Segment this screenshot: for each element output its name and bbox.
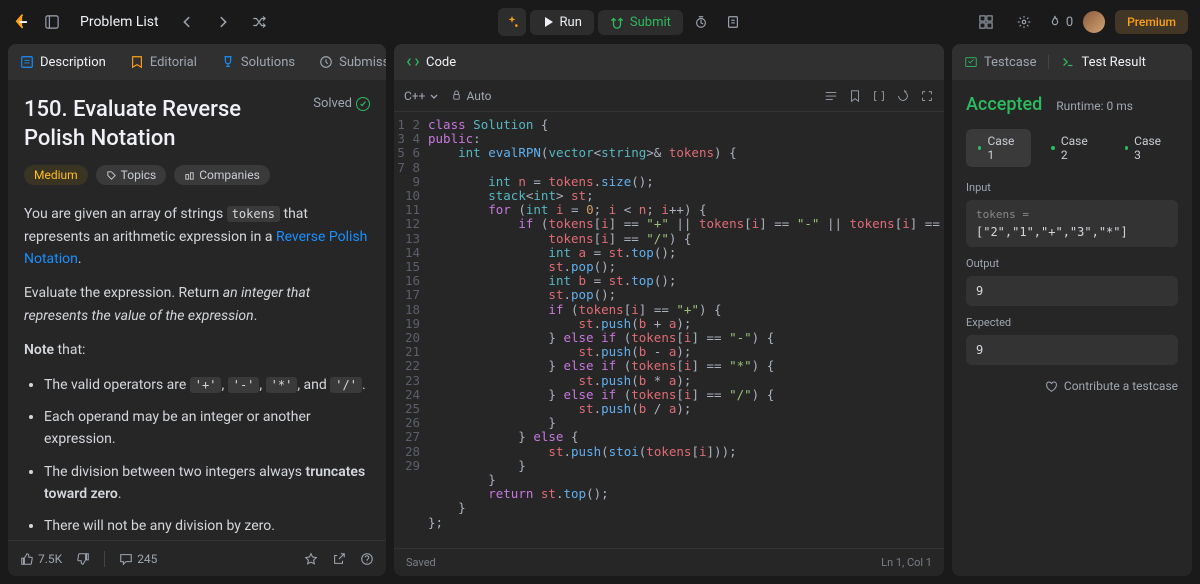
fullscreen-icon[interactable] [920, 89, 934, 103]
contribute-testcase[interactable]: Contribute a testcase [966, 379, 1178, 393]
tab-test-result[interactable]: Test Result [1053, 49, 1153, 76]
problem-description: You are given an array of strings tokens… [24, 203, 370, 540]
problem-title: 150. Evaluate Reverse Polish Notation [24, 96, 294, 153]
tab-editorial[interactable]: Editorial [122, 49, 205, 76]
input-label: Input [966, 181, 1178, 194]
next-problem-icon[interactable] [209, 8, 237, 36]
description-icon [20, 55, 34, 69]
result-status: Accepted [966, 94, 1042, 115]
testcase-icon [964, 55, 978, 69]
timer-icon[interactable] [687, 8, 715, 36]
case-tab-2[interactable]: Case 2 [1039, 129, 1104, 167]
save-status: Saved [406, 556, 436, 569]
layout-icon[interactable] [972, 8, 1000, 36]
output-label: Output [966, 257, 1178, 270]
topics-button[interactable]: Topics [96, 165, 167, 185]
check-icon [356, 97, 370, 111]
tab-testcase[interactable]: Testcase [956, 49, 1044, 76]
output-value: 9 [966, 276, 1178, 306]
bookmark-icon[interactable] [848, 89, 862, 103]
tab-solutions[interactable]: Solutions [213, 49, 303, 76]
cursor-position: Ln 1, Col 1 [881, 556, 932, 569]
submit-button[interactable]: Submit [598, 10, 683, 35]
comments-button[interactable]: 245 [119, 552, 157, 566]
streak-count[interactable]: 0 [1048, 15, 1073, 30]
solved-badge: Solved [313, 96, 370, 111]
reset-icon[interactable] [896, 89, 910, 103]
code-editor[interactable]: 1 2 3 4 5 6 7 8 9 10 11 12 13 14 15 16 1… [394, 112, 944, 548]
help-button[interactable] [360, 552, 374, 566]
difficulty-badge: Medium [24, 165, 88, 185]
submissions-icon [319, 55, 333, 69]
result-runtime: Runtime: 0 ms [1056, 99, 1133, 113]
expected-label: Expected [966, 316, 1178, 329]
leetcode-logo[interactable] [12, 13, 30, 31]
share-button[interactable] [332, 552, 346, 566]
shuffle-icon[interactable] [245, 8, 273, 36]
tab-code[interactable]: Code [398, 49, 464, 76]
tab-submissions[interactable]: Submissions [311, 49, 386, 76]
premium-button[interactable]: Premium [1115, 10, 1188, 34]
input-value: tokens = ["2","1","+","3","*"] [966, 200, 1178, 247]
user-avatar[interactable] [1083, 11, 1105, 33]
format-icon[interactable] [824, 89, 838, 103]
code-icon [406, 55, 420, 69]
solutions-icon [221, 55, 235, 69]
panel-toggle-icon[interactable] [38, 8, 66, 36]
run-button[interactable]: Run [530, 10, 594, 35]
tab-description[interactable]: Description [12, 49, 114, 76]
case-tab-1[interactable]: Case 1 [966, 129, 1031, 167]
expected-value: 9 [966, 335, 1178, 365]
like-button[interactable]: 7.5K [20, 552, 62, 566]
notes-icon[interactable] [719, 8, 747, 36]
language-select[interactable]: C++ [404, 89, 439, 103]
case-tab-3[interactable]: Case 3 [1113, 129, 1178, 167]
companies-button[interactable]: Companies [174, 165, 270, 185]
terminal-icon [1061, 55, 1075, 69]
settings-icon[interactable] [1010, 8, 1038, 36]
brackets-icon[interactable] [872, 89, 886, 103]
debug-icon[interactable] [498, 8, 526, 36]
editorial-icon [130, 55, 144, 69]
problem-list-link[interactable]: Problem List [74, 14, 165, 30]
auto-button[interactable]: Auto [451, 89, 491, 103]
prev-problem-icon[interactable] [173, 8, 201, 36]
dislike-button[interactable] [76, 552, 90, 566]
star-button[interactable] [304, 552, 318, 566]
